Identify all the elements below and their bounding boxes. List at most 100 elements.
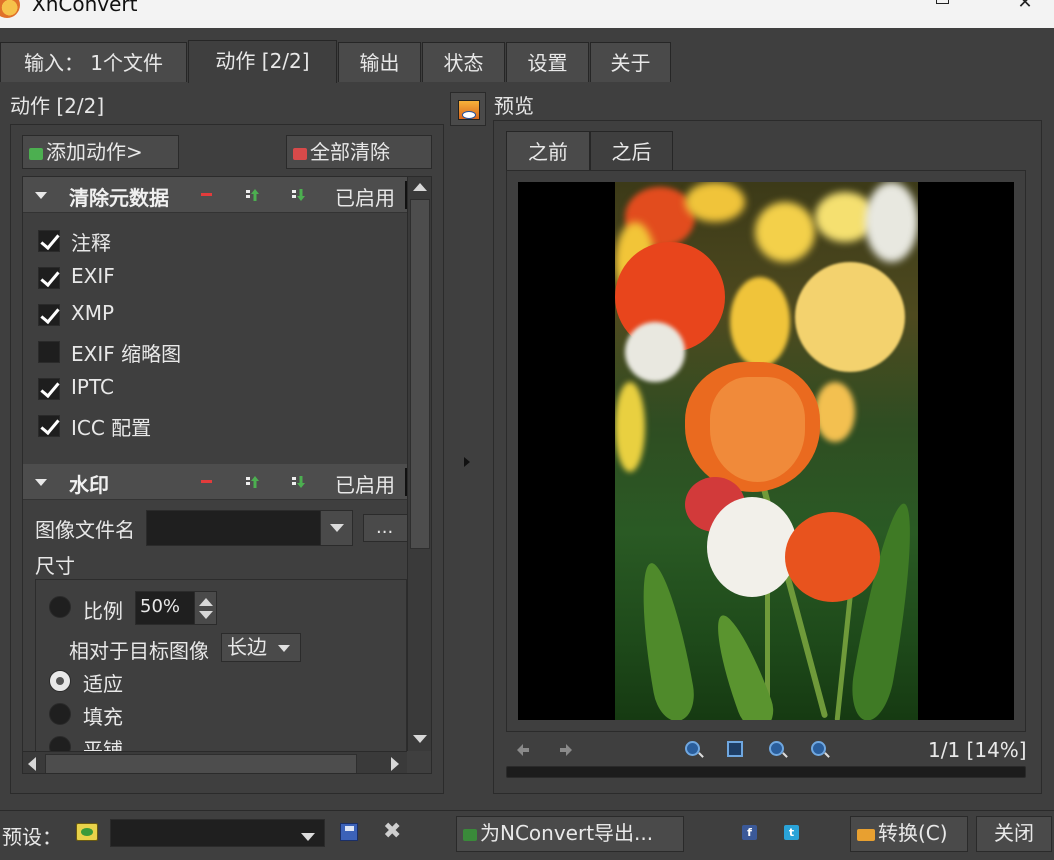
progress-bar — [506, 766, 1026, 778]
scroll-down-icon[interactable] — [413, 735, 427, 743]
next-image-icon[interactable] — [558, 742, 574, 758]
tulip-blur — [685, 182, 745, 222]
preview-toggle-button[interactable] — [450, 92, 486, 126]
save-preset-icon[interactable] — [340, 823, 358, 841]
scroll-thumb[interactable] — [410, 199, 430, 549]
tab-status[interactable]: 状态 — [422, 42, 505, 82]
fit-to-window-icon[interactable] — [727, 741, 743, 757]
add-action-button[interactable]: 添加动作> — [22, 135, 179, 169]
move-down-icon[interactable] — [292, 475, 306, 489]
maximize-button[interactable] — [928, 0, 958, 18]
tab-output[interactable]: 输出 — [338, 42, 421, 82]
image-filename-combo[interactable] — [146, 510, 353, 546]
spin-buttons[interactable] — [194, 592, 216, 624]
tulip-blur — [755, 202, 815, 262]
collapse-caret-icon[interactable] — [35, 192, 47, 199]
open-preset-folder-icon[interactable] — [76, 823, 98, 841]
tab-actions[interactable]: 动作 [2/2] — [188, 40, 337, 83]
checkbox-label: XMP — [71, 301, 115, 325]
checkbox[interactable] — [38, 415, 60, 437]
tulip-blur — [615, 382, 645, 472]
close-window-button[interactable]: ✕ — [1010, 0, 1040, 18]
actions-scroll-area[interactable]: 清除元数据 已启用 注释 EXIF XMP EXIF 缩略图 IPTC ICC … — [22, 176, 432, 774]
relative-to-dropdown[interactable]: 长边 — [221, 633, 301, 662]
group-header-strip-metadata[interactable]: 清除元数据 已启用 — [23, 177, 407, 213]
clear-all-icon — [293, 148, 307, 160]
preset-combo[interactable] — [110, 819, 325, 847]
radio-fit[interactable] — [49, 670, 71, 692]
tab-about[interactable]: 关于 — [590, 42, 671, 82]
twitter-icon[interactable]: t — [784, 825, 799, 840]
remove-icon[interactable] — [201, 193, 212, 196]
checkbox[interactable] — [38, 304, 60, 326]
tab-after[interactable]: 之后 — [590, 131, 673, 171]
checkbox[interactable] — [38, 341, 60, 363]
clear-all-button[interactable]: 全部清除 — [286, 135, 432, 169]
facebook-icon[interactable]: f — [742, 825, 757, 840]
group-name: 清除元数据 — [69, 186, 169, 210]
scroll-up-icon[interactable] — [413, 183, 427, 191]
zoom-out-icon[interactable] — [811, 741, 826, 756]
convert-button[interactable]: 转换(C) — [850, 816, 968, 852]
scroll-thumb[interactable] — [45, 754, 357, 773]
vertical-scrollbar[interactable] — [407, 177, 431, 751]
chevron-down-icon[interactable] — [320, 511, 352, 545]
splitter-arrow-icon[interactable] — [464, 457, 470, 467]
tulip-white-blur — [625, 322, 685, 382]
spin-down-icon[interactable] — [199, 611, 213, 619]
tulip-blur — [865, 182, 918, 262]
ratio-value: 50% — [140, 596, 181, 617]
close-button[interactable]: 关闭 — [976, 816, 1052, 852]
eye-icon — [462, 111, 476, 119]
radio-ratio[interactable] — [49, 596, 71, 618]
tab-input[interactable]: 输入： 1个文件 — [0, 42, 187, 82]
app-logo-icon — [0, 0, 20, 18]
group-enabled-label[interactable]: 已启用 — [335, 182, 395, 211]
ratio-spinbox[interactable]: 50% — [135, 591, 217, 625]
horizontal-scrollbar[interactable] — [23, 751, 407, 773]
size-label: 尺寸 — [35, 554, 75, 578]
tulip-white — [707, 497, 797, 597]
scroll-right-icon[interactable] — [391, 757, 399, 771]
clear-all-label: 全部清除 — [310, 140, 390, 164]
tab-settings[interactable]: 设置 — [506, 42, 589, 82]
scroll-left-icon[interactable] — [28, 757, 36, 771]
bottom-divider — [0, 810, 1054, 811]
tulip-blur — [730, 277, 790, 367]
fill-label: 填充 — [83, 705, 123, 729]
move-up-icon[interactable] — [246, 188, 260, 202]
export-nconvert-button[interactable]: 为NConvert导出... — [456, 816, 684, 852]
checkbox[interactable] — [38, 378, 60, 400]
tulip-orange-low — [785, 512, 880, 602]
zoom-actual-icon[interactable] — [769, 741, 784, 756]
collapse-caret-icon[interactable] — [35, 479, 47, 486]
chevron-down-icon[interactable] — [292, 820, 324, 846]
tab-before[interactable]: 之前 — [506, 131, 590, 171]
group-header-watermark[interactable]: 水印 已启用 — [23, 464, 407, 500]
convert-icon — [857, 829, 875, 841]
minimize-button[interactable] — [848, 0, 878, 18]
spin-up-icon[interactable] — [199, 598, 213, 606]
tulip-blur — [815, 382, 855, 442]
fit-label: 适应 — [83, 672, 123, 696]
checkbox[interactable] — [38, 267, 60, 289]
previous-image-icon[interactable] — [515, 742, 531, 758]
checkbox-label: 注释 — [71, 231, 111, 255]
move-down-icon[interactable] — [292, 188, 306, 202]
maximize-icon — [936, 0, 949, 4]
preview-title: 预览 — [494, 94, 534, 118]
checkbox[interactable] — [38, 230, 60, 252]
remove-icon[interactable] — [201, 480, 212, 483]
browse-button[interactable]: ... — [363, 514, 413, 542]
tulip-main-highlight — [710, 377, 805, 482]
group-enabled-label[interactable]: 已启用 — [335, 469, 395, 498]
window-title: XnConvert — [32, 0, 138, 16]
move-up-icon[interactable] — [246, 475, 260, 489]
zoom-in-icon[interactable] — [685, 741, 700, 756]
delete-preset-icon[interactable]: ✖ — [383, 819, 401, 844]
convert-label: 转换(C) — [878, 821, 948, 845]
radio-fill[interactable] — [49, 703, 71, 725]
checkbox-label: ICC 配置 — [71, 416, 152, 440]
checkbox-label: EXIF 缩略图 — [71, 342, 182, 366]
title-bar: XnConvert ✕ — [0, 0, 1054, 28]
